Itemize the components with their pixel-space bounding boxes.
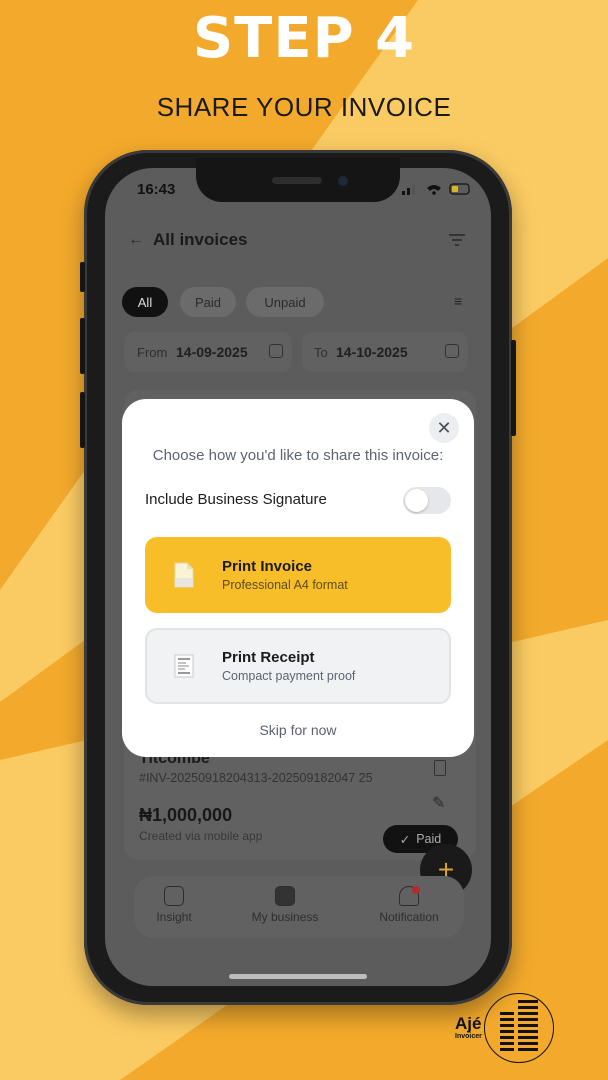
date-to-label: To [314, 345, 328, 360]
brand-logo-mark [500, 1000, 538, 1051]
print-receipt-subtitle: Compact payment proof [222, 669, 356, 683]
list-menu-icon[interactable]: ≡ [454, 293, 462, 309]
status-icons [402, 183, 470, 195]
filter-chip-unpaid[interactable]: Unpaid [246, 287, 324, 317]
chart-icon [164, 886, 184, 906]
signature-toggle-label: Include Business Signature [145, 491, 327, 508]
invoice-number: #INV-20250918204313-202509182047 25 [139, 771, 373, 785]
signature-toggle-knob [405, 489, 428, 512]
filter-chip-paid[interactable]: Paid [180, 287, 236, 317]
phone-camera [338, 176, 348, 186]
filter-chip-all[interactable]: All [122, 287, 168, 317]
business-card-icon [275, 886, 295, 906]
notification-dot [412, 886, 420, 894]
nav-item-insight[interactable]: Insight [148, 886, 200, 924]
brand-subname: Invoicer [455, 1033, 482, 1040]
calendar-icon [269, 344, 283, 358]
back-arrow-icon[interactable]: ← [128, 231, 144, 249]
calendar-icon [445, 344, 459, 358]
date-from-label: From [137, 345, 168, 360]
phone-volume-up [80, 318, 85, 374]
print-receipt-title: Print Receipt [222, 649, 315, 666]
trash-icon[interactable] [434, 760, 446, 776]
filter-icon[interactable] [449, 233, 465, 247]
print-invoice-title: Print Invoice [222, 558, 313, 575]
nav-label-notification: Notification [379, 910, 439, 924]
invoice-document-icon [174, 562, 194, 588]
brand-name: Ajé [455, 1014, 482, 1033]
nav-label-my-business: My business [251, 910, 319, 924]
share-prompt: Choose how you'd like to share this invo… [152, 447, 444, 464]
date-to-value: 14-10-2025 [336, 344, 408, 360]
phone-speaker [272, 177, 322, 184]
promo-headline: STEP 4 [192, 6, 416, 71]
date-from-field[interactable]: From 14-09-2025 [124, 332, 292, 372]
nav-item-my-business[interactable]: My business [246, 886, 324, 924]
date-to-field[interactable]: To 14-10-2025 [302, 332, 468, 372]
print-invoice-subtitle: Professional A4 format [222, 578, 348, 592]
phone-side-button [80, 262, 85, 292]
check-icon: ✓ [399, 832, 411, 847]
invoice-amount: ₦1,000,000 [139, 805, 233, 825]
promo-subline: SHARE YOUR INVOICE [156, 92, 452, 122]
invoice-created-note: Created via mobile app [139, 829, 263, 843]
close-icon[interactable]: ✕ [429, 413, 459, 443]
nav-item-notification[interactable]: Notification [372, 886, 446, 924]
status-badge-label: Paid [416, 832, 442, 846]
page-title: All invoices [153, 230, 248, 249]
home-indicator[interactable] [229, 974, 367, 979]
phone-power-button [511, 340, 516, 436]
date-from-value: 14-09-2025 [176, 344, 248, 360]
phone-volume-down [80, 392, 85, 448]
receipt-document-icon [174, 654, 194, 678]
nav-label-insight: Insight [156, 910, 192, 924]
skip-link[interactable]: Skip for now [122, 722, 474, 738]
edit-icon[interactable]: ✎ [432, 793, 445, 813]
status-time: 16:43 [137, 181, 176, 198]
